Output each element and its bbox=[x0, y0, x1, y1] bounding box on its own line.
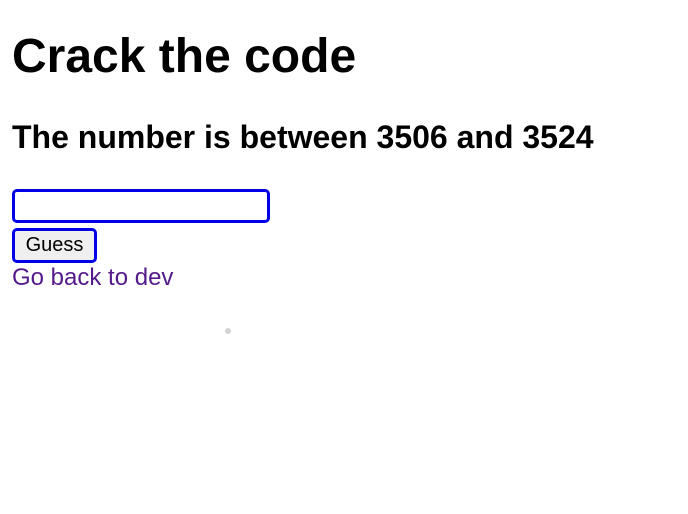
back-to-dev-link[interactable]: Go back to dev bbox=[12, 264, 173, 292]
hint-heading: The number is between 3506 and 3524 bbox=[12, 119, 594, 155]
guess-input[interactable] bbox=[12, 189, 270, 223]
page-title: Crack the code bbox=[12, 30, 357, 83]
page: Crack the code The number is between 350… bbox=[0, 0, 688, 514]
loading-dot bbox=[225, 328, 231, 334]
guess-button[interactable]: Guess bbox=[12, 228, 97, 263]
